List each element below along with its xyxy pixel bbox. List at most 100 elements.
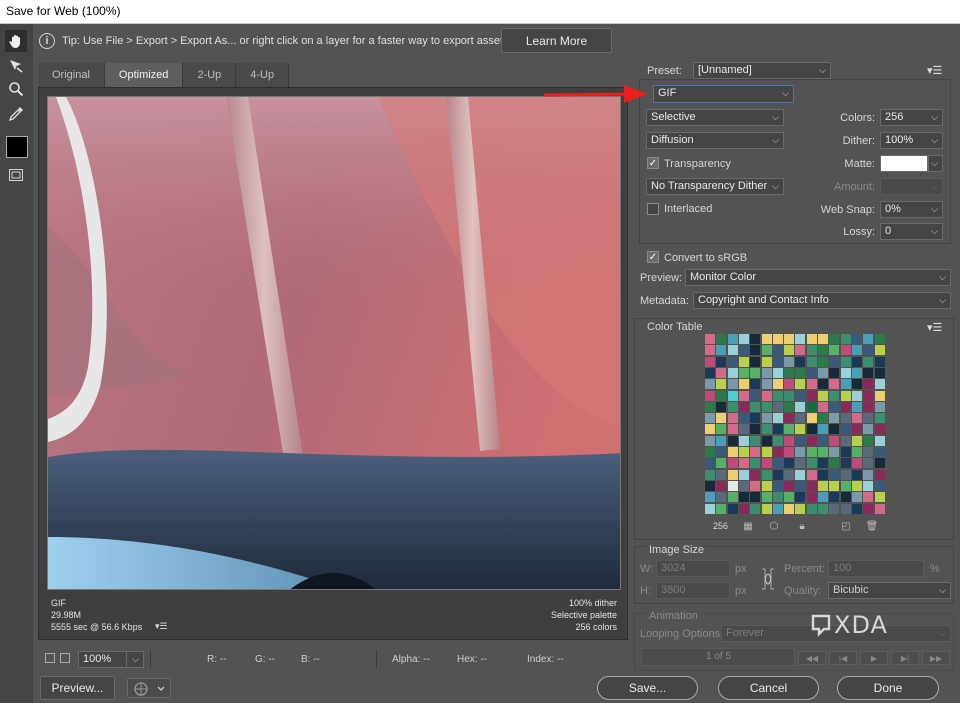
convert-srgb-checkbox[interactable]: ✓ (647, 251, 659, 263)
color-swatch-cell[interactable] (829, 492, 840, 503)
slices-visibility-icon[interactable] (5, 164, 27, 186)
color-swatch-cell[interactable] (716, 401, 727, 412)
color-swatch-cell[interactable] (874, 447, 885, 457)
color-swatch-cell[interactable] (750, 480, 761, 491)
color-swatch-cell[interactable] (727, 334, 738, 344)
color-swatch-cell[interactable] (727, 424, 738, 435)
color-swatch-cell[interactable] (784, 401, 795, 412)
browser-preview-button[interactable] (127, 678, 171, 698)
color-swatch-cell[interactable] (705, 480, 715, 491)
color-swatch-cell[interactable] (806, 447, 817, 457)
color-swatch-cell[interactable] (750, 345, 761, 356)
color-swatch-cell[interactable] (705, 367, 715, 378)
color-swatch-cell[interactable] (818, 390, 828, 401)
matte-dropdown[interactable]: ⌵ (928, 155, 943, 172)
preview-button[interactable]: Preview... (40, 676, 115, 700)
color-swatch-cell[interactable] (750, 390, 761, 401)
color-swatch-cell[interactable] (705, 390, 715, 401)
color-swatch-cell[interactable] (750, 458, 761, 469)
color-swatch-cell[interactable] (806, 379, 817, 390)
color-swatch-cell[interactable] (795, 469, 806, 480)
color-swatch-cell[interactable] (784, 492, 795, 503)
color-swatch-cell[interactable] (874, 413, 885, 424)
color-swatch-cell[interactable] (772, 356, 783, 367)
color-swatch-cell[interactable] (738, 458, 749, 469)
color-swatch-cell[interactable] (795, 390, 806, 401)
color-swatch-cell[interactable] (840, 492, 851, 503)
color-swatch-cell[interactable] (829, 503, 840, 514)
color-swatch-cell[interactable] (795, 334, 806, 344)
color-swatch-cell[interactable] (750, 401, 761, 412)
color-swatch-cell[interactable] (806, 492, 817, 503)
color-swatch-cell[interactable] (818, 492, 828, 503)
color-swatch-cell[interactable] (840, 447, 851, 457)
color-swatch-cell[interactable] (738, 469, 749, 480)
tab-original[interactable]: Original (38, 63, 105, 87)
quality-select[interactable]: Bicubic ⌵ (828, 582, 951, 599)
color-swatch-cell[interactable] (761, 458, 772, 469)
color-swatch-cell[interactable] (806, 356, 817, 367)
color-swatch-cell[interactable] (874, 458, 885, 469)
color-swatch-cell[interactable] (795, 424, 806, 435)
color-swatch-cell[interactable] (851, 379, 862, 390)
color-swatch-cell[interactable] (806, 435, 817, 446)
color-swatch-cell[interactable] (795, 458, 806, 469)
color-swatch-cell[interactable] (761, 334, 772, 344)
color-swatch-cell[interactable] (705, 379, 715, 390)
color-swatch-cell[interactable] (851, 413, 862, 424)
color-swatch-cell[interactable] (761, 379, 772, 390)
color-swatch-cell[interactable] (863, 469, 874, 480)
color-swatch-cell[interactable] (851, 492, 862, 503)
color-swatch-cell[interactable] (716, 480, 727, 491)
color-swatch-cell[interactable] (795, 345, 806, 356)
color-swatch-cell[interactable] (863, 424, 874, 435)
tab-optimized[interactable]: Optimized (104, 63, 184, 87)
color-swatch-cell[interactable] (874, 492, 885, 503)
color-swatch-cell[interactable] (750, 356, 761, 367)
color-swatch-cell[interactable] (772, 503, 783, 514)
color-swatch-cell[interactable] (829, 413, 840, 424)
link-icon[interactable] (760, 567, 776, 591)
color-swatch-cell[interactable] (851, 503, 862, 514)
color-swatch-cell[interactable] (829, 367, 840, 378)
color-swatch-cell[interactable] (716, 345, 727, 356)
color-swatch-cell[interactable] (851, 447, 862, 457)
color-swatch-cell[interactable] (795, 447, 806, 457)
color-swatch-cell[interactable] (761, 424, 772, 435)
color-swatch-cell[interactable] (874, 503, 885, 514)
color-swatch-cell[interactable] (705, 435, 715, 446)
color-swatch-cell[interactable] (750, 367, 761, 378)
color-swatch-cell[interactable] (818, 413, 828, 424)
color-swatch-cell[interactable] (863, 345, 874, 356)
color-swatch-cell[interactable] (874, 390, 885, 401)
color-swatch-cell[interactable] (818, 503, 828, 514)
zoom-out-icon[interactable] (45, 653, 55, 663)
color-swatch-cell[interactable] (863, 367, 874, 378)
color-swatch-cell[interactable] (772, 447, 783, 457)
color-swatch-cell[interactable] (851, 401, 862, 412)
matte-swatch[interactable] (880, 155, 928, 172)
color-swatch-cell[interactable] (795, 413, 806, 424)
color-swatch-cell[interactable] (738, 356, 749, 367)
color-swatch-cell[interactable] (716, 379, 727, 390)
color-swatch-cell[interactable] (716, 413, 727, 424)
color-swatch-cell[interactable] (727, 492, 738, 503)
color-swatch-cell[interactable] (806, 424, 817, 435)
color-swatch-cell[interactable] (818, 447, 828, 457)
color-swatch-cell[interactable] (716, 356, 727, 367)
color-swatch-cell[interactable] (784, 469, 795, 480)
color-swatch-cell[interactable] (863, 356, 874, 367)
color-swatch-cell[interactable] (840, 503, 851, 514)
color-swatch-cell[interactable] (863, 480, 874, 491)
magnifier-icon[interactable] (5, 78, 27, 100)
color-swatch-cell[interactable] (829, 447, 840, 457)
color-swatch-cell[interactable] (874, 424, 885, 435)
color-swatch-cell[interactable] (716, 458, 727, 469)
color-swatch-cell[interactable] (772, 424, 783, 435)
color-swatch-cell[interactable] (705, 458, 715, 469)
color-swatch-cell[interactable] (784, 379, 795, 390)
color-swatch-cell[interactable] (738, 435, 749, 446)
color-swatch-cell[interactable] (750, 447, 761, 457)
color-swatch-cell[interactable] (727, 356, 738, 367)
tab-2-up[interactable]: 2-Up (183, 63, 237, 87)
